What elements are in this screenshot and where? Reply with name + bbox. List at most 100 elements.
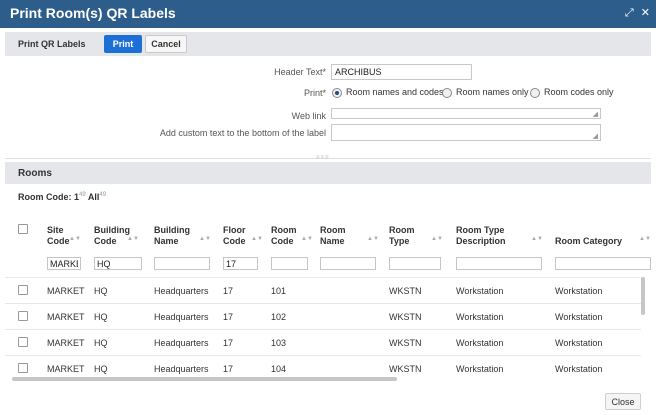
column-header-room-type-description[interactable]: Room Type Description [456,225,506,247]
print-button[interactable]: Print [104,35,142,53]
sort-icon[interactable]: ▲▼ [127,236,139,242]
table-row[interactable]: MARKET HQ Headquarters 17 101 WKSTN Work… [5,277,641,303]
cell-building-name: Headquarters [154,312,209,322]
filter-floor-code-input[interactable] [223,257,258,270]
filter-all-count: 49 [99,192,107,198]
cell-room-type-description: Workstation [456,338,504,348]
header-text-input[interactable] [331,64,472,80]
column-header-line: Room [389,225,415,235]
column-header-room-type[interactable]: Room Type [389,225,415,247]
cell-floor-code: 17 [223,312,234,322]
dialog-title: Print Room(s) QR Labels [10,5,176,21]
resize-handle-icon[interactable]: ◢ [593,132,598,140]
splitter-grip-icon[interactable]: ≡≡≡ [316,155,330,161]
cell-building-name: Headquarters [154,286,209,296]
table-row[interactable]: MARKET HQ Headquarters 17 102 WKSTN Work… [5,303,641,329]
resize-handle-icon[interactable]: ◢ [593,110,598,118]
cell-room-code: 102 [271,312,287,322]
row-checkbox[interactable] [18,363,28,373]
sort-icon[interactable]: ▲▼ [251,236,263,242]
radio-room-names-only-label: Room names only [456,87,529,97]
sort-icon[interactable]: ▲▼ [69,236,81,242]
cell-room-code: 104 [271,364,287,374]
cell-building-name: Headquarters [154,338,209,348]
sort-icon[interactable]: ▲▼ [431,236,443,242]
cell-floor-code: 17 [223,364,234,374]
column-header-site-code[interactable]: Site Code [47,225,70,247]
cell-room-type-description: Workstation [456,286,504,296]
cell-site-code: MARKET [47,286,85,296]
cell-building-code: HQ [94,286,108,296]
cell-building-name: Headquarters [154,364,209,374]
column-header-room-category[interactable]: Room Category [555,236,622,247]
radio-room-codes-only-label: Room codes only [544,87,614,97]
column-header-line: Code [271,236,294,246]
column-header-building-name[interactable]: Building Name [154,225,190,247]
cell-building-code: HQ [94,338,108,348]
vertical-scrollbar[interactable] [641,277,645,315]
filter-building-code-input[interactable] [94,257,142,270]
cell-room-category: Workstation [555,364,603,374]
column-header-line: Code [223,236,246,246]
sort-icon[interactable]: ▲▼ [531,236,543,242]
column-header-floor-code[interactable]: Floor Code [223,225,246,247]
cell-site-code: MARKET [47,312,85,322]
horizontal-scrollbar[interactable] [12,377,397,381]
column-header-line: Description [456,236,506,246]
cell-room-type-description: Workstation [456,364,504,374]
cell-room-code: 103 [271,338,287,348]
column-header-line: Code [47,236,70,246]
header-text-label: Header Text* [274,67,326,77]
column-header-room-name[interactable]: Room Name [320,225,346,247]
close-icon[interactable]: ✕ [641,7,650,19]
sort-icon[interactable]: ▲▼ [301,236,313,242]
rooms-panel: Rooms Room Code: 149 All49 Site Code ▲▼ … [5,162,651,382]
radio-room-names-and-codes[interactable] [332,88,342,98]
row-checkbox[interactable] [18,285,28,295]
cell-site-code: MARKET [47,338,85,348]
row-checkbox[interactable] [18,311,28,321]
select-all-checkbox[interactable] [18,224,28,234]
dialog-titlebar: Print Room(s) QR Labels ⤢ ✕ [0,0,656,28]
cell-room-type-description: Workstation [456,312,504,322]
print-qr-labels-toolbar: Print QR Labels Print Cancel [5,32,651,56]
filter-room-category-input[interactable] [555,257,651,270]
column-header-room-code[interactable]: Room Code [271,225,297,247]
cell-room-category: Workstation [555,338,603,348]
sort-icon[interactable]: ▲▼ [367,236,379,242]
filter-building-name-input[interactable] [154,257,210,270]
filter-selected-count: 49 [79,192,86,198]
filter-room-code-input[interactable] [271,257,308,270]
filter-room-type-description-input[interactable] [456,257,542,270]
column-header-line: Type [389,236,410,246]
column-header-line: Name [320,236,345,246]
toolbar-label: Print QR Labels [18,39,86,49]
row-checkbox[interactable] [18,337,28,347]
custom-text-input[interactable]: ◢ [331,124,601,141]
column-header-building-code[interactable]: Building Code [94,225,130,247]
web-link-input[interactable]: ◢ [331,108,601,119]
filter-site-code-input[interactable] [47,257,81,270]
column-header-line: Name [154,236,179,246]
rooms-title: Rooms [18,168,52,179]
column-header-line: Room Category [555,236,623,246]
radio-room-codes-only[interactable] [530,88,540,98]
cancel-button[interactable]: Cancel [145,35,187,53]
table-row[interactable]: MARKET HQ Headquarters 17 103 WKSTN Work… [5,329,641,355]
sort-icon[interactable]: ▲▼ [639,236,651,242]
expand-icon[interactable]: ⤢ [625,7,634,19]
column-header-line: Code [94,236,117,246]
radio-room-names-only[interactable] [442,88,452,98]
cell-room-code: 101 [271,286,287,296]
sort-icon[interactable]: ▲▼ [199,236,211,242]
column-header-line: Building [154,225,190,235]
titlebar-icons: ⤢ ✕ [621,6,650,20]
cell-building-code: HQ [94,312,108,322]
filter-room-type-input[interactable] [389,257,441,270]
cell-room-type: WKSTN [389,286,422,296]
cell-building-code: HQ [94,364,108,374]
filter-room-name-input[interactable] [320,257,376,270]
filter-all[interactable]: All [88,192,100,202]
close-button[interactable]: Close [605,393,641,410]
room-code-filter: Room Code: 149 All49 [18,192,106,202]
